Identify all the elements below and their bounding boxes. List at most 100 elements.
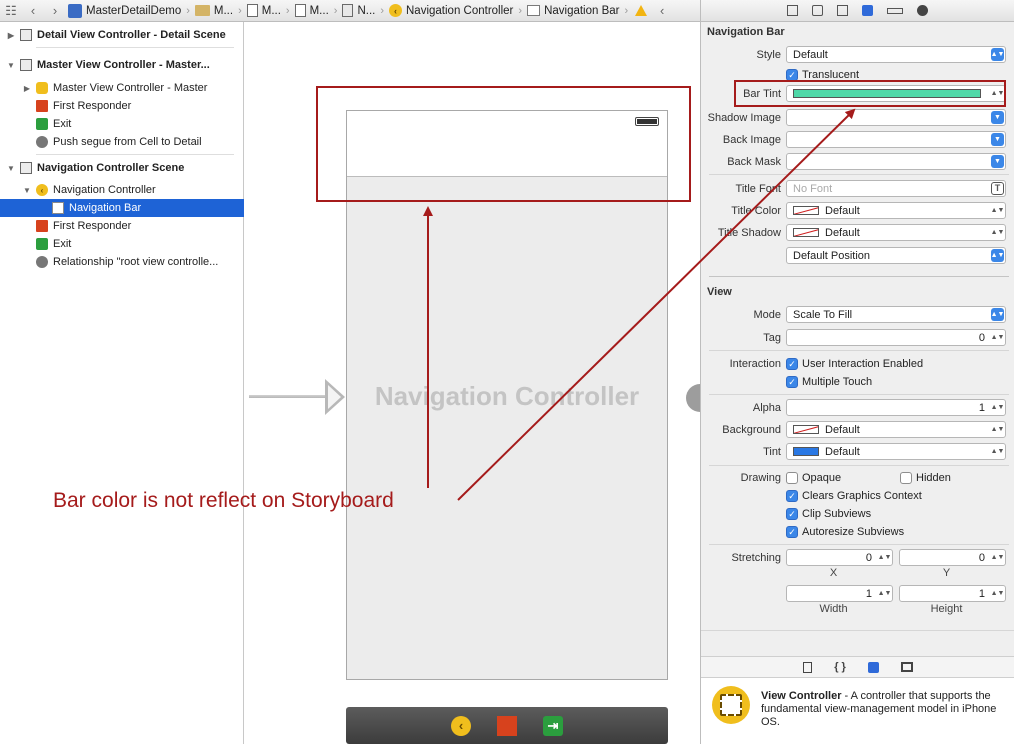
breadcrumb-label: N... [357, 4, 376, 17]
multiple-touch-checkbox[interactable]: ✓ [786, 376, 798, 388]
outline-row[interactable]: Exit [0, 115, 244, 133]
outline-row-label: Push segue from Cell to Detail [53, 136, 202, 148]
stretch-y-caption: Y [942, 567, 951, 579]
breadcrumb-navigation-bar[interactable]: Navigation Bar [525, 0, 621, 21]
disclosure-triangle-icon[interactable]: ▶ [22, 84, 32, 93]
checkmark-icon: ✓ [788, 376, 796, 387]
outline-row-selected[interactable]: Navigation Bar [0, 199, 244, 217]
outline-row[interactable]: ▼ ‹ Navigation Controller [0, 181, 244, 199]
alpha-value: 1 [978, 401, 985, 414]
related-items-icon[interactable]: ☷ [0, 0, 22, 21]
outline-row[interactable]: Exit [0, 235, 244, 253]
navigation-controller-icon: ‹ [36, 184, 48, 196]
library-item-view-controller[interactable]: View Controller - A controller that supp… [701, 678, 1014, 744]
separator [709, 174, 1009, 175]
outline-row-label: Navigation Controller Scene [37, 162, 185, 174]
clip-subviews-checkbox[interactable]: ✓ [786, 508, 798, 520]
code-snippet-library-icon[interactable]: { } [834, 661, 846, 673]
file-inspector-icon[interactable] [787, 5, 798, 16]
popup-arrows-icon: ▲▼ [991, 48, 1004, 61]
shadow-image-combo[interactable]: ▼ [786, 109, 1006, 126]
style-value: Default [793, 48, 828, 61]
separator [709, 465, 1009, 466]
quick-help-icon[interactable] [812, 5, 823, 16]
navigation-controller-icon[interactable]: ‹ [451, 715, 471, 736]
hidden-checkbox[interactable] [900, 472, 912, 484]
stepper-arrows-icon[interactable]: ▲▼ [991, 587, 1005, 600]
stretch-height-caption: Height [930, 603, 963, 615]
clears-graphics-checkbox[interactable]: ✓ [786, 490, 798, 502]
user-interaction-label: User Interaction Enabled [802, 358, 924, 370]
chevron-down-icon: ▼ [991, 111, 1004, 124]
stretch-x-field[interactable]: 0 ▲▼ [786, 549, 893, 566]
outline-row[interactable]: ▼ Navigation Controller Scene [0, 159, 244, 177]
breadcrumb-navigation-controller[interactable]: ‹ Navigation Controller [387, 0, 515, 21]
library-selector-bar: { } [701, 656, 1014, 678]
stepper-arrows-icon[interactable]: ▲▼ [991, 551, 1005, 564]
user-interaction-checkbox[interactable]: ✓ [786, 358, 798, 370]
breadcrumb-storyboard-base[interactable]: M... [293, 0, 331, 21]
size-inspector-icon[interactable] [887, 7, 903, 14]
outline-row[interactable]: Push segue from Cell to Detail [0, 133, 244, 151]
stretch-height-field[interactable]: 1 ▲▼ [899, 585, 1006, 602]
title-color-popup[interactable]: Default ▲▼ [786, 202, 1006, 219]
first-responder-icon[interactable] [497, 715, 517, 736]
storyboard-canvas[interactable]: Navigation Controller ‹ ⇥ Bar color is n… [245, 22, 700, 744]
forward-arrow-icon[interactable]: › [44, 0, 66, 21]
connections-inspector-icon[interactable] [917, 5, 928, 16]
exit-icon[interactable]: ⇥ [543, 715, 563, 736]
separator [709, 350, 1009, 351]
breadcrumb-scene[interactable]: N... [340, 0, 377, 21]
chevron-down-icon: ▼ [991, 155, 1004, 168]
stepper-arrows-icon[interactable]: ▲▼ [991, 401, 1005, 414]
tint-color-popup[interactable]: Default ▲▼ [786, 443, 1006, 460]
font-picker-icon[interactable]: T [991, 182, 1004, 195]
clears-graphics-label: Clears Graphics Context [802, 490, 922, 502]
outline-row[interactable]: Relationship "root view controlle... [0, 253, 244, 271]
stretch-y-field[interactable]: 0 ▲▼ [899, 549, 1006, 566]
breadcrumb-group[interactable]: M... [193, 0, 235, 21]
title-font-placeholder: No Font [793, 182, 833, 195]
mode-popup[interactable]: Scale To Fill ▲▼ [786, 306, 1006, 323]
outline-row[interactable]: ▶ Master View Controller - Master [0, 79, 244, 97]
stepper-arrows-icon[interactable]: ▲▼ [878, 587, 892, 600]
tag-stepper-field[interactable]: 0 ▲▼ [786, 329, 1006, 346]
back-mask-combo[interactable]: ▼ [786, 153, 1006, 170]
outline-row-label: First Responder [53, 220, 132, 232]
title-color-value: Default [825, 204, 860, 217]
autoresize-subviews-label: Autoresize Subviews [802, 526, 905, 538]
identity-inspector-icon[interactable] [837, 5, 848, 16]
back-image-combo[interactable]: ▼ [786, 131, 1006, 148]
opaque-checkbox[interactable] [786, 472, 798, 484]
disclosure-triangle-icon[interactable]: ▼ [6, 164, 16, 173]
alpha-stepper-field[interactable]: 1 ▲▼ [786, 399, 1006, 416]
stepper-arrows-icon[interactable]: ▲▼ [878, 551, 892, 564]
outline-row[interactable]: ▼ Master View Controller - Master... [0, 56, 244, 74]
segue-connection-handle-icon[interactable] [686, 384, 700, 412]
breadcrumb-project[interactable]: MasterDetailDemo [66, 0, 183, 21]
back-arrow-icon[interactable]: ‹ [22, 0, 44, 21]
outline-row[interactable]: ▶ Detail View Controller - Detail Scene [0, 26, 244, 44]
breadcrumb-storyboard[interactable]: M... [245, 0, 283, 21]
disclosure-triangle-icon[interactable]: ▼ [22, 186, 32, 195]
style-popup[interactable]: Default ▲▼ [786, 46, 1006, 63]
warning-icon[interactable] [635, 5, 648, 16]
disclosure-triangle-icon[interactable]: ▶ [6, 31, 16, 40]
background-color-popup[interactable]: Default ▲▼ [786, 421, 1006, 438]
media-library-icon[interactable] [900, 662, 913, 672]
previous-issue-icon[interactable]: ‹ [651, 0, 673, 21]
outline-row[interactable]: First Responder [0, 97, 244, 115]
autoresize-subviews-checkbox[interactable]: ✓ [786, 526, 798, 538]
checkmark-icon: ✓ [788, 490, 796, 501]
title-font-field[interactable]: No Font T [786, 180, 1006, 197]
file-template-library-icon[interactable] [803, 661, 813, 673]
attributes-inspector-icon[interactable] [862, 5, 873, 16]
title-position-popup[interactable]: Default Position ▲▼ [786, 247, 1006, 264]
disclosure-triangle-icon[interactable]: ▼ [6, 61, 16, 70]
outline-row[interactable]: First Responder [0, 217, 244, 235]
object-library-icon[interactable] [867, 661, 879, 673]
stepper-arrows-icon[interactable]: ▲▼ [991, 331, 1005, 344]
title-shadow-popup[interactable]: Default ▲▼ [786, 224, 1006, 241]
stretch-width-field[interactable]: 1 ▲▼ [786, 585, 893, 602]
alpha-label: Alpha [752, 402, 781, 414]
